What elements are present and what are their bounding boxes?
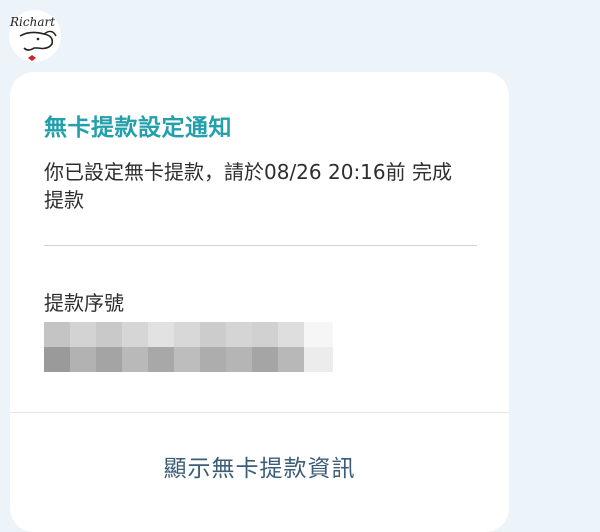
notification-title: 無卡提款設定通知: [44, 115, 232, 141]
notification-card: 無卡提款設定通知 你已設定無卡提款，請於08/26 20:16前 完成提款 提款…: [10, 72, 509, 532]
notification-message: 你已設定無卡提款，請於08/26 20:16前 完成提款: [44, 160, 452, 212]
show-cardless-withdrawal-info-button[interactable]: 顯示無卡提款資訊: [10, 413, 509, 518]
divider: [44, 245, 477, 246]
richart-logo: Richart: [8, 6, 62, 64]
serial-number-label: 提款序號: [44, 291, 124, 315]
serial-number-redacted: [44, 322, 333, 372]
logo-text: Richart: [9, 15, 55, 29]
